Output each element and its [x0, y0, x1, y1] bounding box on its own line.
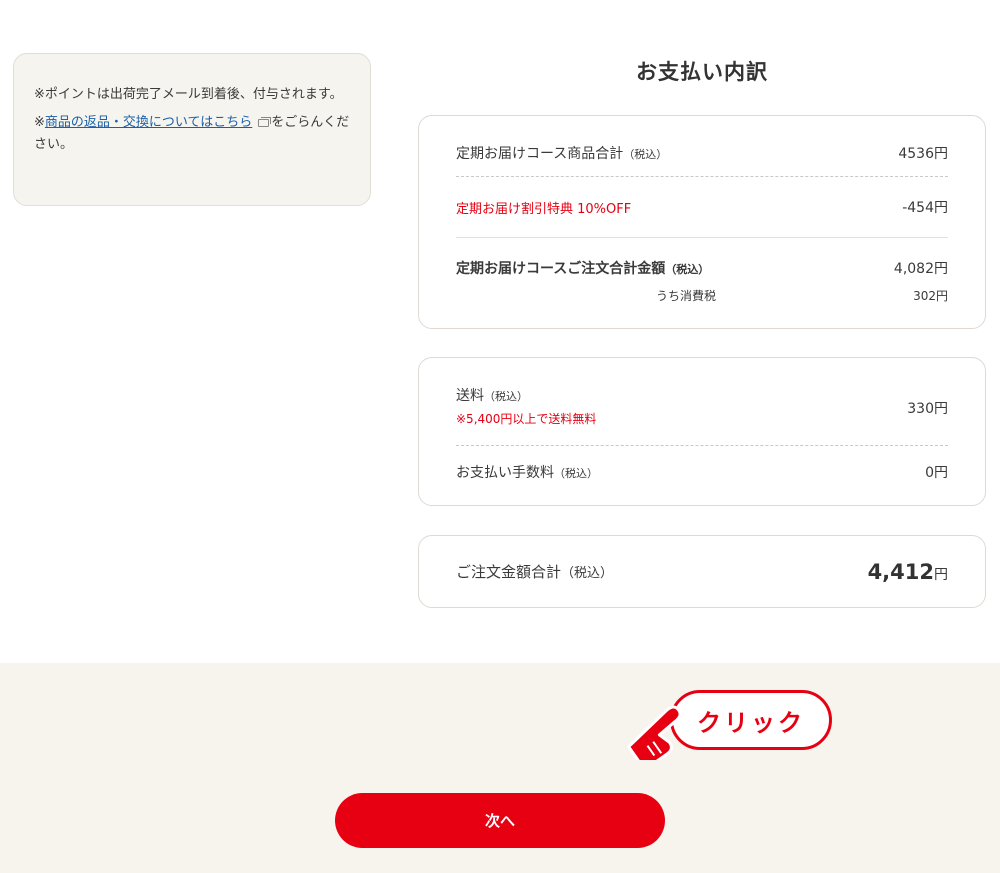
discount-label: 定期お届け割引特典 10%OFF [456, 201, 632, 217]
grand-total-label: ご注文金額合計（税込） [456, 563, 614, 581]
discount-row: 定期お届け割引特典 10%OFF -454円 [456, 177, 948, 238]
points-notice: ※ポイントは出荷完了メール到着後、付与されます。 [34, 87, 343, 102]
return-notice: ※商品の返品・交換についてはこちら をごらんください。 [34, 112, 354, 156]
grand-total-row: ご注文金額合計（税込） 4,412円 [456, 536, 948, 607]
grand-total-amount: 4,412 [867, 559, 934, 584]
notice-box: ※ポイントは出荷完了メール到着後、付与されます。 ※商品の返品・交換についてはこ… [13, 53, 371, 206]
shipping-label-group: 送料（税込） ※5,400円以上で送料無料 [456, 385, 596, 430]
shipping-value: 330円 [907, 400, 948, 417]
return-policy-link[interactable]: 商品の返品・交換についてはこちら [45, 115, 252, 130]
consumption-tax-value: 302円 [913, 288, 948, 303]
pointing-hand-icon [627, 705, 682, 760]
next-button[interactable]: 次へ [335, 793, 665, 848]
grand-total-value: 4,412円 [868, 560, 948, 584]
free-shipping-note: ※5,400円以上で送料無料 [456, 412, 597, 426]
shipping-label: 送料（税込） [456, 388, 528, 404]
return-notice-prefix: ※ [34, 115, 45, 130]
subscription-total-value: 4,082円 [893, 261, 948, 277]
subtotal-row: 定期お届けコース商品合計（税込） 4536円 [456, 116, 948, 177]
subscription-total-label: 定期お届けコースご注文合計金額（税込） [456, 261, 710, 277]
order-summary-page: ※ポイントは出荷完了メール到着後、付与されます。 ※商品の返品・交換についてはこ… [0, 0, 1000, 873]
payment-fee-row: お支払い手数料（税込） 0円 [456, 446, 948, 498]
subtotal-label: 定期お届けコース商品合計（税込） [456, 146, 668, 162]
consumption-tax-label: うち消費税 [656, 288, 717, 303]
breakdown-title: お支払い内訳 [636, 60, 768, 84]
subtotal-value: 4536円 [898, 146, 948, 162]
shipping-row: 送料（税込） ※5,400円以上で送料無料 330円 [456, 358, 948, 446]
payment-fee-label: お支払い手数料（税込） [456, 465, 598, 481]
fees-card: 送料（税込） ※5,400円以上で送料無料 330円 お支払い手数料（税込） 0… [418, 357, 986, 506]
subscription-breakdown-card: 定期お届けコース商品合計（税込） 4536円 定期お届け割引特典 10%OFF … [418, 115, 986, 329]
discount-value: -454円 [902, 200, 948, 216]
consumption-tax-row: うち消費税 302円 [456, 289, 948, 303]
external-link-icon [258, 116, 272, 127]
payment-fee-value: 0円 [925, 465, 948, 481]
grand-total-card: ご注文金額合計（税込） 4,412円 [418, 535, 986, 608]
subscription-total-row: 定期お届けコースご注文合計金額（税込） 4,082円 [456, 238, 948, 290]
grand-total-unit: 円 [934, 566, 948, 583]
